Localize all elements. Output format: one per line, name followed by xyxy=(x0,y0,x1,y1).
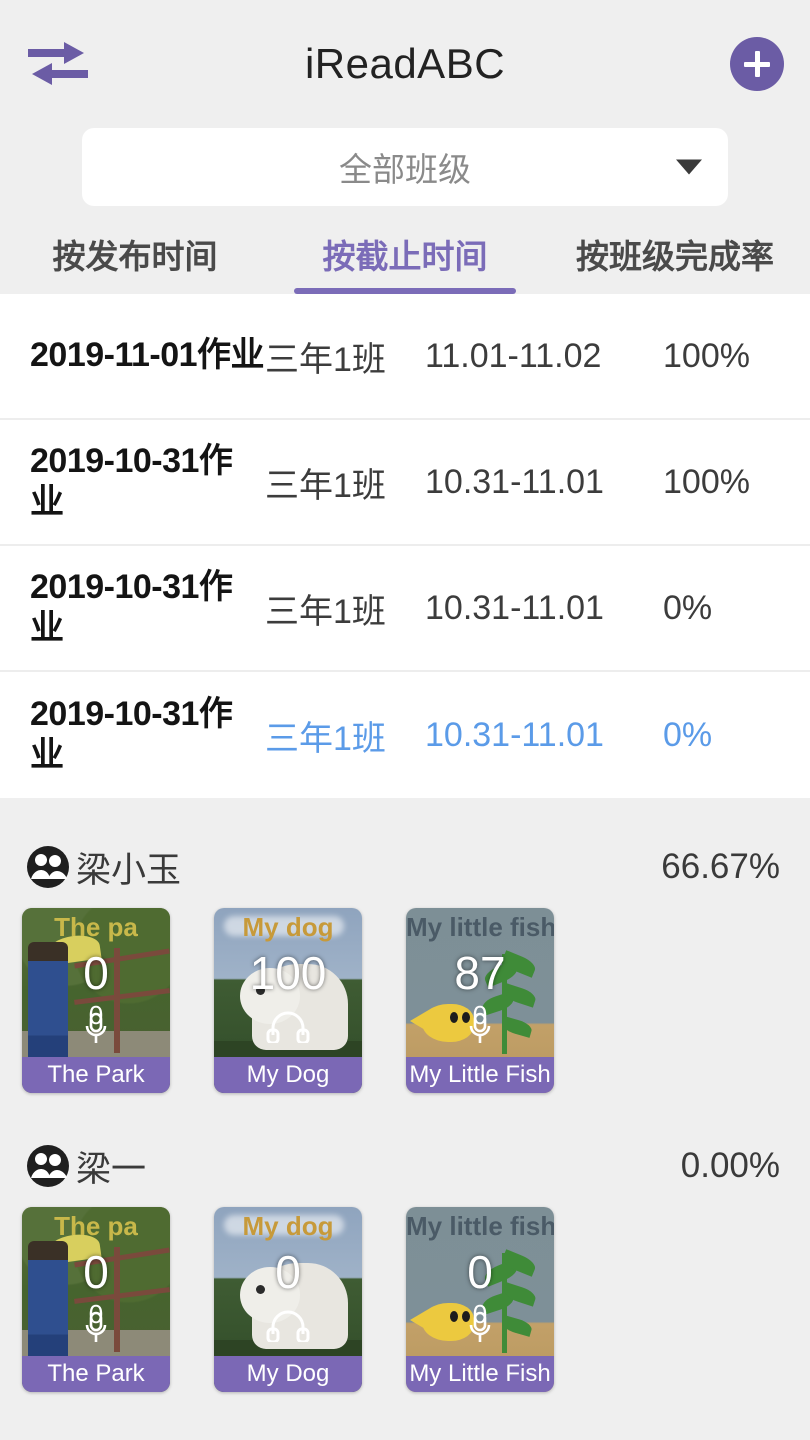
page-title: iReadABC xyxy=(304,40,506,87)
card-score: 0 xyxy=(83,947,109,999)
lesson-card[interactable]: My little fish 87 0 My Little Fish xyxy=(406,908,554,1093)
group-people-icon xyxy=(27,846,69,888)
lesson-card[interactable]: The pa 0 0 The Park xyxy=(22,1207,170,1392)
table-row[interactable]: 2019-10-31作业 三年1班 10.31-11.01 0% xyxy=(0,546,810,672)
card-label: My Dog xyxy=(214,1356,362,1392)
assignment-date-range: 10.31-11.01 xyxy=(425,588,604,627)
assignment-class: 三年1班 xyxy=(265,340,386,379)
caret-down-icon xyxy=(676,159,702,175)
assignment-class: 三年1班 xyxy=(265,466,386,505)
assignment-completion: 100% xyxy=(663,336,750,375)
card-label: My Dog xyxy=(214,1057,362,1093)
card-label: My Little Fish xyxy=(406,1057,554,1093)
card-label: My Little Fish xyxy=(406,1356,554,1392)
lesson-card[interactable]: My dog 0 My Dog xyxy=(214,1207,362,1392)
card-score: 0 xyxy=(467,1246,493,1298)
card-score: 0 xyxy=(275,1246,301,1298)
table-row[interactable]: 2019-11-01作业 三年1班 11.01-11.02 100% xyxy=(0,294,810,420)
section-divider xyxy=(0,798,810,822)
card-header-text: My dog xyxy=(242,912,334,942)
microphone-icon: 0 xyxy=(406,1003,554,1049)
swap-arrows-icon[interactable] xyxy=(26,36,90,92)
class-select-wrap: 全部班级 xyxy=(0,128,810,206)
assignment-title: 2019-11-01作业 xyxy=(30,336,265,375)
assignment-class: 三年1班 xyxy=(265,592,386,631)
app-header: iReadABC xyxy=(0,0,810,128)
student-header[interactable]: 梁小玉 66.67% xyxy=(0,822,810,904)
lesson-card-list: The pa 0 0 The Park My dog xyxy=(0,1203,810,1392)
student-name: 梁一 xyxy=(76,1149,147,1189)
tab-by-publish-time[interactable]: 按发布时间 xyxy=(0,230,270,294)
card-label: The Park xyxy=(22,1057,170,1093)
card-header-text: My little fish xyxy=(406,1211,554,1241)
tab-by-deadline[interactable]: 按截止时间 xyxy=(270,230,540,294)
card-score: 0 xyxy=(83,1246,109,1298)
group-people-icon xyxy=(27,1145,69,1187)
student-block: 梁一 0.00% The pa 0 0 The Park My dog 0 My… xyxy=(0,1121,810,1392)
lesson-card[interactable]: My dog 100 My Dog xyxy=(214,908,362,1093)
add-button[interactable] xyxy=(730,37,784,91)
table-row[interactable]: 2019-10-31作业 三年1班 10.31-11.01 100% xyxy=(0,420,810,546)
assignment-date-range: 11.01-11.02 xyxy=(425,336,602,375)
assignment-completion: 0% xyxy=(663,715,713,754)
assignment-list: 2019-11-01作业 三年1班 11.01-11.02 100% 2019-… xyxy=(0,294,810,798)
assignment-class: 三年1班 xyxy=(265,719,386,758)
tab-by-class-completion[interactable]: 按班级完成率 xyxy=(540,230,810,294)
card-score: 87 xyxy=(454,947,506,999)
assignment-title: 2019-10-31作业 xyxy=(30,567,233,647)
microphone-icon: 0 xyxy=(22,1302,170,1348)
assignment-title: 2019-10-31作业 xyxy=(30,441,233,521)
microphone-icon: 0 xyxy=(406,1302,554,1348)
card-header-text: My little fish xyxy=(406,912,554,942)
assignment-title: 2019-10-31作业 xyxy=(30,694,233,774)
assignment-date-range: 10.31-11.01 xyxy=(425,462,604,501)
card-header-text: The pa xyxy=(54,1211,138,1241)
assignment-date-range: 10.31-11.01 xyxy=(425,715,604,754)
class-select[interactable]: 全部班级 xyxy=(82,128,728,206)
headphones-icon xyxy=(214,1302,362,1348)
lesson-card-list: The pa 0 0 The Park My dog xyxy=(0,904,810,1093)
sort-tabs: 按发布时间 按截止时间 按班级完成率 xyxy=(0,206,810,294)
lesson-card[interactable]: My little fish 0 0 My Little Fish xyxy=(406,1207,554,1392)
lesson-card[interactable]: The pa 0 0 The Park xyxy=(22,908,170,1093)
assignment-completion: 0% xyxy=(663,588,713,627)
plus-icon xyxy=(744,51,770,77)
student-name: 梁小玉 xyxy=(76,850,182,890)
card-label: The Park xyxy=(22,1356,170,1392)
app-root: iReadABC 全部班级 按发布时间 按截止时间 按班级完成率 2019-11… xyxy=(0,0,810,1440)
student-header[interactable]: 梁一 0.00% xyxy=(0,1121,810,1203)
card-header-text: My dog xyxy=(242,1211,334,1241)
student-completion: 66.67% xyxy=(661,847,780,886)
assignment-completion: 100% xyxy=(663,462,750,501)
card-score: 100 xyxy=(249,947,327,999)
table-row-selected[interactable]: 2019-10-31作业 三年1班 10.31-11.01 0% xyxy=(0,672,810,798)
student-block: 梁小玉 66.67% The pa 0 0 The Park My dog 10… xyxy=(0,822,810,1093)
student-completion: 0.00% xyxy=(680,1146,780,1185)
card-header-text: The pa xyxy=(54,912,138,942)
class-select-value: 全部班级 xyxy=(339,151,471,188)
headphones-icon xyxy=(214,1003,362,1049)
microphone-icon: 0 xyxy=(22,1003,170,1049)
